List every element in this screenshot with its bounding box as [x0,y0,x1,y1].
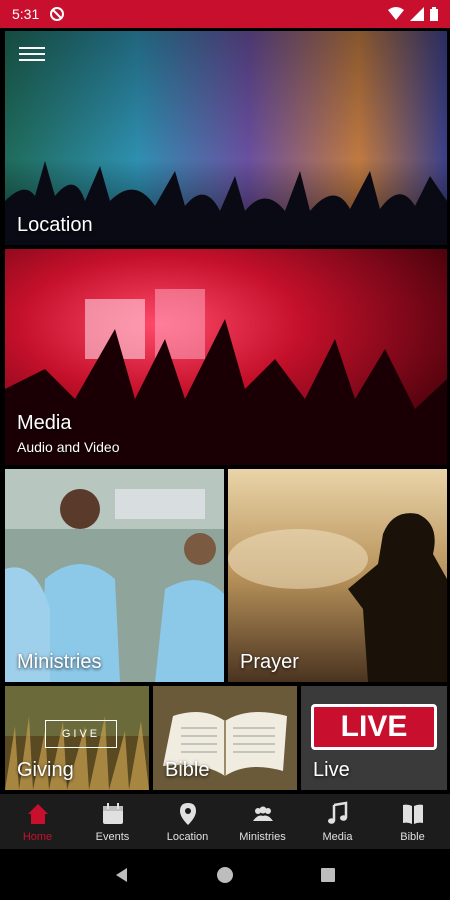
menu-button[interactable] [19,43,45,65]
nav-item-events[interactable]: Events [75,794,150,849]
status-time: 5:31 [12,6,40,22]
prayer-tile[interactable]: Prayer [228,469,447,682]
nav-item-home[interactable]: Home [0,794,75,849]
bottom-navigation: Home Events Location Ministries Media Bi… [0,794,450,849]
nav-label-location: Location [166,830,209,843]
calendar-icon [102,802,123,824]
media-tile[interactable]: Media Audio and Video [5,249,447,465]
book-icon [402,804,423,824]
system-navigation-bar [0,849,450,900]
giving-tile[interactable]: GIVE Giving [5,686,149,790]
nav-item-bible[interactable]: Bible [375,794,450,849]
recents-icon[interactable] [318,865,338,885]
ministries-label: Ministries [17,651,102,673]
give-sign: GIVE [45,720,117,748]
bible-tile[interactable]: Bible [153,686,297,790]
nav-item-media[interactable]: Media [300,794,375,849]
nav-label-media: Media [322,830,353,843]
location-label: Location [17,214,93,236]
media-sublabel: Audio and Video [17,439,120,455]
concert-crowd-image [5,31,447,245]
music-note-icon [327,801,347,824]
back-icon[interactable] [112,865,132,885]
location-tile[interactable]: Location [5,31,447,245]
battery-icon [430,7,438,21]
home-grid: Location Media Audio and Video Ministrie… [0,28,450,794]
live-label: Live [313,759,350,781]
home-icon [27,803,48,824]
map-pin-icon [179,802,196,825]
ministries-tile[interactable]: Ministries [5,469,224,682]
live-badge: LIVE [311,704,437,750]
media-label: Media [17,412,72,434]
wifi-icon [388,7,404,20]
prayer-label: Prayer [240,651,299,673]
nav-label-bible: Bible [400,830,425,843]
signal-icon [410,7,424,21]
nav-label-ministries: Ministries [239,830,286,843]
status-bar: 5:31 [0,0,450,28]
nav-label-home: Home [22,830,53,843]
nav-label-events: Events [95,830,130,843]
people-icon [252,806,273,821]
home-circle-icon[interactable] [215,865,235,885]
live-tile[interactable]: LIVE Live [301,686,447,790]
nav-item-ministries[interactable]: Ministries [225,794,300,849]
giving-label: Giving [17,759,74,781]
do-not-disturb-icon [50,7,65,21]
nav-item-location[interactable]: Location [150,794,225,849]
bible-label: Bible [165,759,210,781]
